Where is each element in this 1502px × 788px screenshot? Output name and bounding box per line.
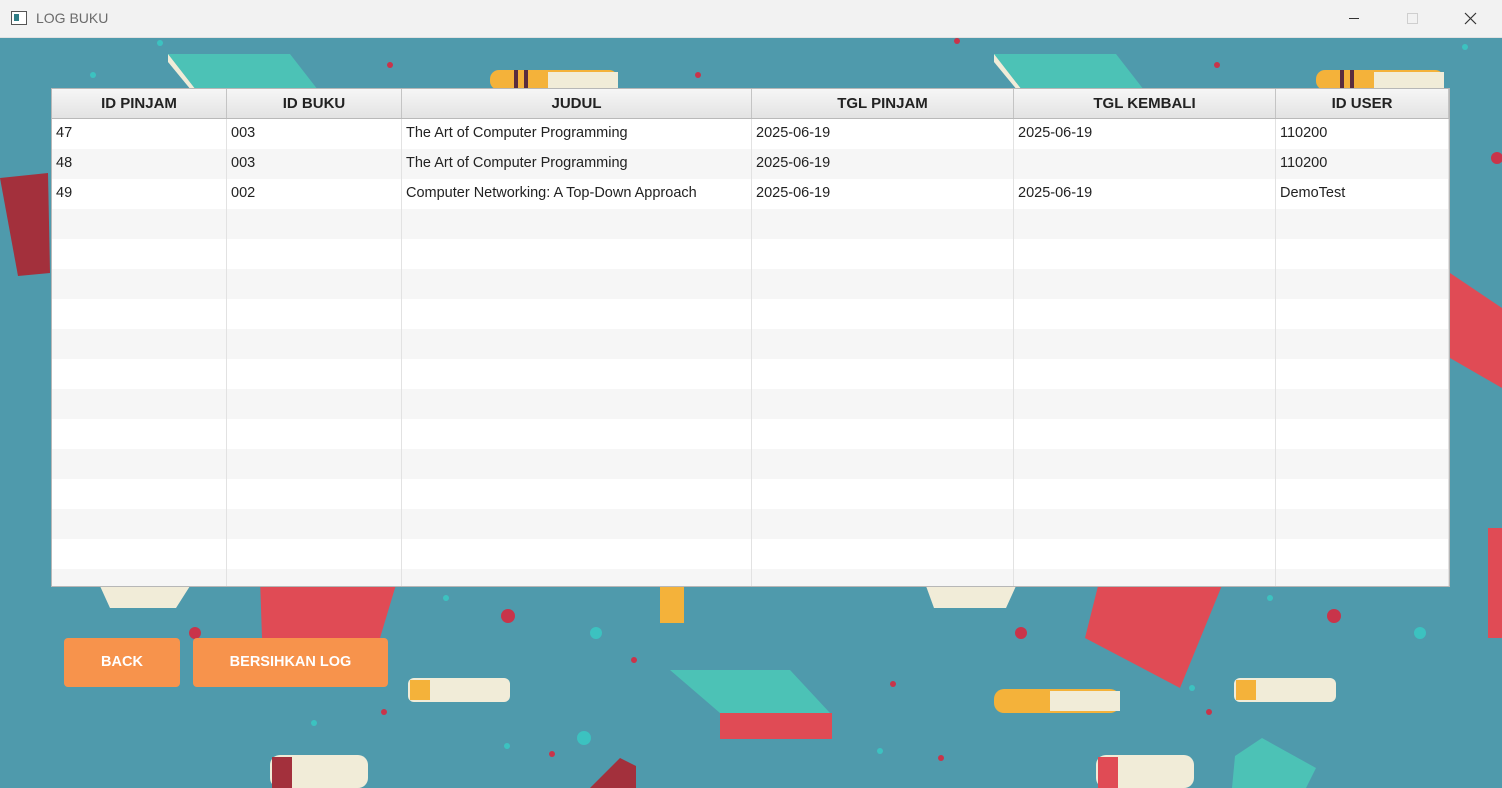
column-header-tgl-kembali[interactable]: TGL KEMBALI — [1014, 89, 1276, 118]
empty-row — [52, 479, 1449, 509]
cell-id-pinjam: 49 — [52, 179, 227, 209]
close-button[interactable] — [1442, 0, 1500, 38]
empty-row — [52, 419, 1449, 449]
table-row[interactable]: 47 003 The Art of Computer Programming 2… — [52, 119, 1449, 149]
cell-tgl-pinjam: 2025-06-19 — [752, 149, 1014, 179]
cell-tgl-pinjam: 2025-06-19 — [752, 119, 1014, 149]
cell-judul: Computer Networking: A Top-Down Approach — [402, 179, 752, 209]
empty-row — [52, 359, 1449, 389]
cell-id-user: 110200 — [1276, 119, 1449, 149]
app-window-icon — [11, 11, 27, 25]
maximize-button[interactable] — [1384, 0, 1442, 38]
table-row[interactable]: 48 003 The Art of Computer Programming 2… — [52, 149, 1449, 179]
cell-tgl-kembali — [1014, 149, 1276, 179]
window-title: LOG BUKU — [36, 10, 109, 26]
empty-row — [52, 329, 1449, 359]
table-header: ID PINJAM ID BUKU JUDUL TGL PINJAM TGL K… — [52, 89, 1449, 119]
column-header-id-buku[interactable]: ID BUKU — [227, 89, 402, 118]
cell-id-user: 110200 — [1276, 149, 1449, 179]
cell-id-user: DemoTest — [1276, 179, 1449, 209]
empty-row — [52, 239, 1449, 269]
minimize-icon — [1349, 18, 1359, 19]
cell-id-buku: 002 — [227, 179, 402, 209]
cell-tgl-pinjam: 2025-06-19 — [752, 179, 1014, 209]
cell-id-pinjam: 48 — [52, 149, 227, 179]
back-button[interactable]: BACK — [64, 638, 180, 687]
empty-row — [52, 389, 1449, 419]
table-row[interactable]: 49 002 Computer Networking: A Top-Down A… — [52, 179, 1449, 209]
column-header-id-user[interactable]: ID USER — [1276, 89, 1449, 118]
app-window: LOG BUKU ID PINJAM ID BUKU JUDUL TGL PIN… — [0, 0, 1502, 788]
column-header-id-pinjam[interactable]: ID PINJAM — [52, 89, 227, 118]
empty-row — [52, 539, 1449, 569]
column-header-tgl-pinjam[interactable]: TGL PINJAM — [752, 89, 1014, 118]
cell-tgl-kembali: 2025-06-19 — [1014, 119, 1276, 149]
cell-id-buku: 003 — [227, 119, 402, 149]
empty-row — [52, 269, 1449, 299]
table-body: 47 003 The Art of Computer Programming 2… — [52, 119, 1449, 586]
empty-row — [52, 509, 1449, 539]
maximize-icon — [1407, 13, 1418, 24]
cell-tgl-kembali: 2025-06-19 — [1014, 179, 1276, 209]
empty-row — [52, 209, 1449, 239]
minimize-button[interactable] — [1326, 0, 1384, 38]
cell-judul: The Art of Computer Programming — [402, 149, 752, 179]
content-area: ID PINJAM ID BUKU JUDUL TGL PINJAM TGL K… — [0, 38, 1502, 788]
cell-judul: The Art of Computer Programming — [402, 119, 752, 149]
close-icon — [1464, 12, 1477, 25]
title-bar: LOG BUKU — [0, 0, 1502, 38]
loan-log-table[interactable]: ID PINJAM ID BUKU JUDUL TGL PINJAM TGL K… — [51, 88, 1450, 587]
cell-id-buku: 003 — [227, 149, 402, 179]
empty-row — [52, 449, 1449, 479]
clear-log-button[interactable]: BERSIHKAN LOG — [193, 638, 388, 687]
cell-id-pinjam: 47 — [52, 119, 227, 149]
column-header-judul[interactable]: JUDUL — [402, 89, 752, 118]
empty-row — [52, 299, 1449, 329]
empty-row — [52, 569, 1449, 586]
